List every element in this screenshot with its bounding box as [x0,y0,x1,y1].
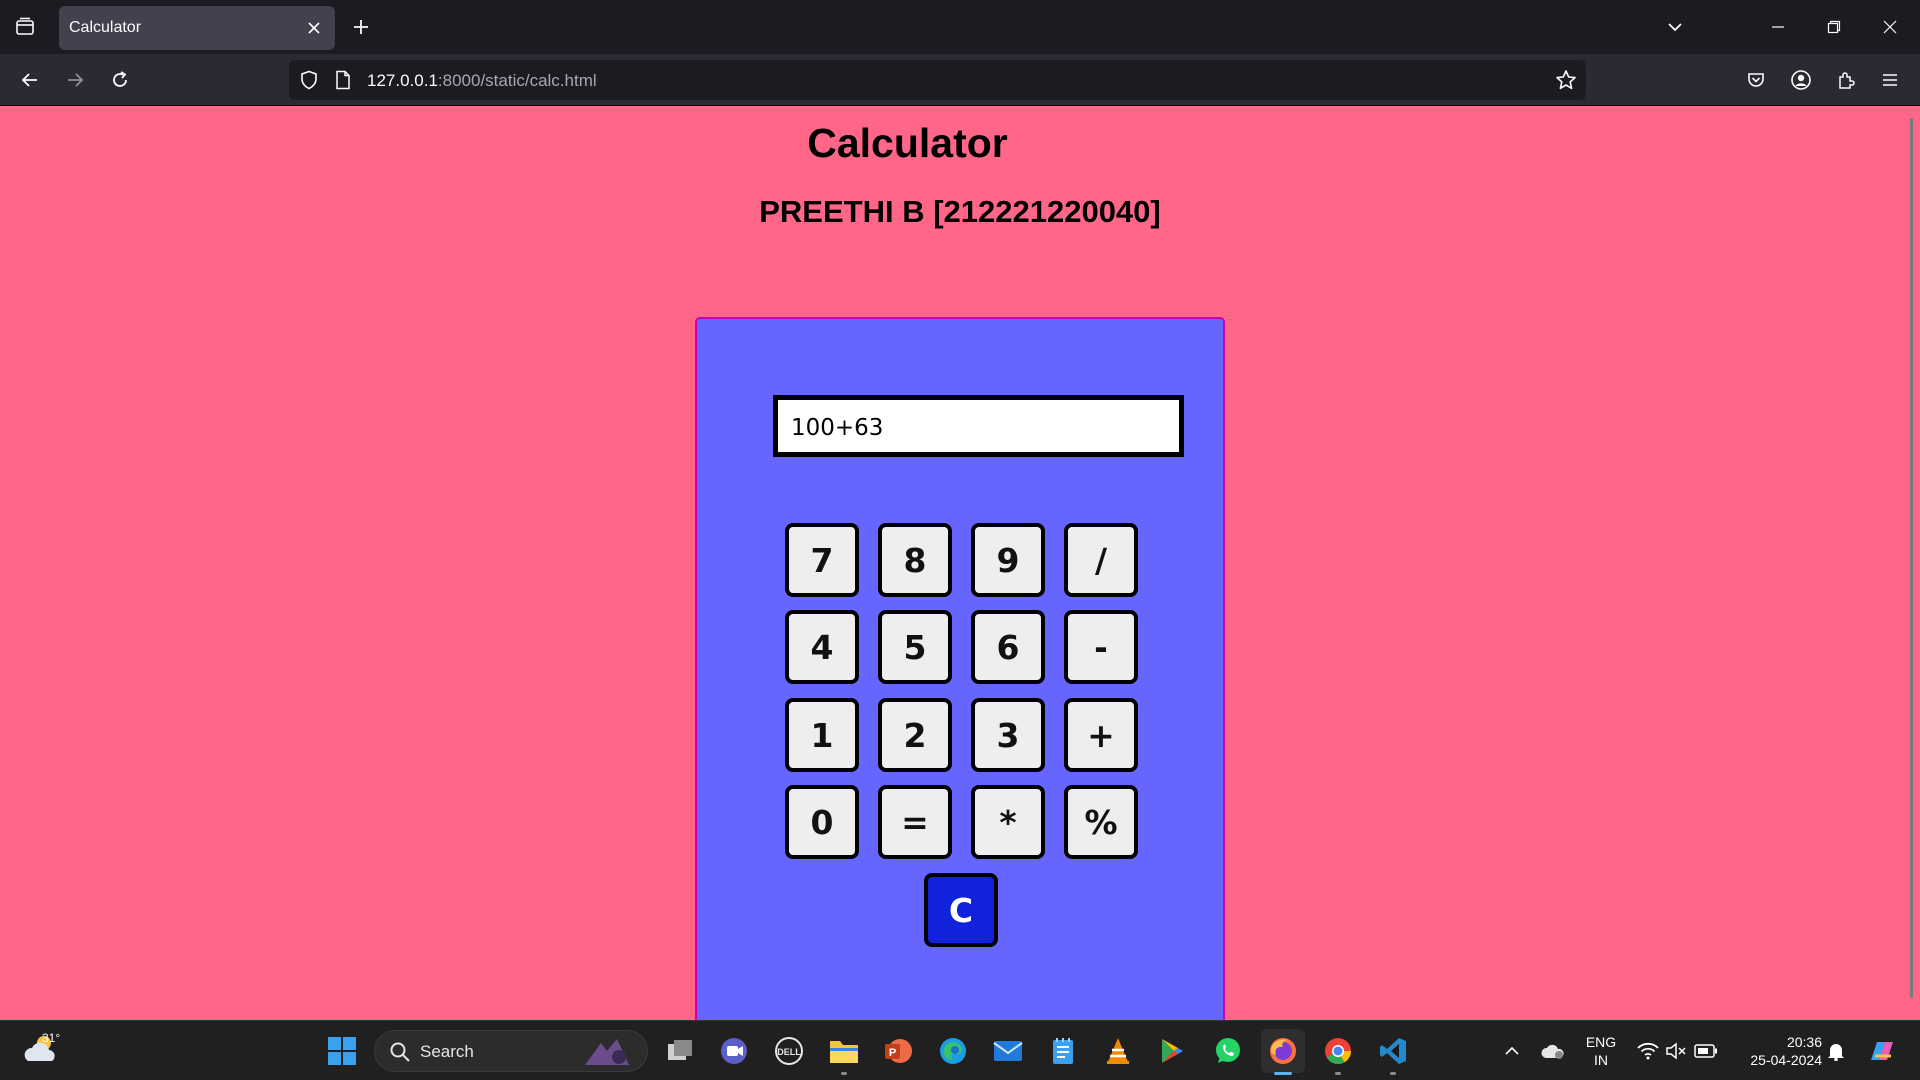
key-divide[interactable]: / [1064,523,1138,597]
vscode-icon[interactable] [1371,1029,1415,1075]
chevron-down-icon[interactable] [1660,12,1690,42]
notepad-icon[interactable] [1041,1029,1085,1073]
calculator-panel: 100+63 7 8 9 / 4 5 6 - 1 2 3 + 0 = * % C [695,317,1225,1033]
firefox-icon[interactable] [1261,1029,1305,1075]
edge-icon[interactable] [931,1029,975,1073]
key-6[interactable]: 6 [971,610,1045,684]
search-highlight-icon [585,1039,629,1065]
language-region: IN [1594,1052,1608,1068]
running-indicator [841,1072,847,1075]
key-add[interactable]: + [1064,698,1138,772]
windows-start-icon[interactable] [320,1029,364,1073]
search-icon [390,1042,410,1062]
close-tab-icon[interactable] [303,17,325,39]
key-5[interactable]: 5 [878,610,952,684]
pocket-icon[interactable] [1740,64,1772,96]
key-4[interactable]: 4 [785,610,859,684]
key-0[interactable]: 0 [785,785,859,859]
back-arrow-icon[interactable] [14,64,46,96]
page-scrollbar[interactable] [1902,106,1920,1020]
vlc-icon[interactable] [1096,1029,1140,1073]
key-multiply[interactable]: * [971,785,1045,859]
taskbar-search[interactable]: Search [374,1030,648,1072]
url-text[interactable]: 127.0.0.1:8000/static/calc.html [367,71,597,91]
key-clear[interactable]: C [924,873,998,947]
forward-arrow-icon[interactable] [59,64,91,96]
extensions-icon[interactable] [1830,64,1862,96]
shield-icon[interactable] [297,68,321,92]
url-path: :8000/static/calc.html [437,71,597,90]
account-icon[interactable] [1785,64,1817,96]
key-3[interactable]: 3 [971,698,1045,772]
copilot-icon[interactable] [1866,1035,1898,1067]
language-code: ENG [1585,1034,1617,1050]
battery-icon[interactable] [1694,1039,1718,1063]
powerpoint-icon[interactable]: P [876,1029,920,1073]
play-store-icon[interactable] [1150,1029,1194,1073]
active-indicator [1274,1072,1292,1075]
minimize-icon[interactable] [1750,0,1806,54]
chrome-icon[interactable] [1316,1029,1360,1075]
browser-nav-bar: 127.0.0.1:8000/static/calc.html [0,54,1920,106]
chevron-up-icon[interactable] [1500,1039,1524,1063]
new-tab-icon[interactable] [346,12,376,42]
browser-tab[interactable]: Calculator [59,6,335,50]
bookmark-star-icon[interactable] [1554,68,1578,92]
dell-icon[interactable]: DELL [767,1029,811,1073]
tab-title: Calculator [69,19,142,36]
language-indicator[interactable]: ENG IN [1578,1033,1624,1069]
teams-chat-icon[interactable] [712,1029,756,1073]
file-explorer-icon[interactable] [822,1029,866,1075]
key-1[interactable]: 1 [785,698,859,772]
key-9[interactable]: 9 [971,523,1045,597]
tab-list-icon[interactable] [10,12,40,42]
windows-taskbar: 31° Search DELL P ENG IN 20:36 25-04-202… [0,1020,1920,1080]
mail-icon[interactable] [986,1029,1030,1073]
wifi-icon[interactable] [1636,1039,1660,1063]
key-2[interactable]: 2 [878,698,952,772]
search-label: Search [420,1042,474,1061]
key-8[interactable]: 8 [878,523,952,597]
close-window-icon[interactable] [1862,0,1918,54]
weather-widget[interactable]: 31° [22,1031,64,1071]
whatsapp-icon[interactable] [1206,1029,1250,1073]
page-subtitle: PREETHI B [212221220040] [759,194,1161,229]
svg-text:DELL: DELL [777,1047,801,1057]
page-icon[interactable] [331,68,355,92]
url-host: 127.0.0.1 [367,71,438,90]
speaker-muted-icon[interactable] [1664,1039,1688,1063]
menu-icon[interactable] [1874,64,1906,96]
key-subtract[interactable]: - [1064,610,1138,684]
browser-tab-bar: Calculator [0,0,1920,54]
running-indicator [1335,1072,1341,1075]
scrollbar-thumb[interactable] [1910,118,1913,998]
clock-date: 25-04-2024 [1750,1052,1822,1068]
key-equals[interactable]: = [878,785,952,859]
clock[interactable]: 20:36 25-04-2024 [1734,1033,1822,1069]
task-view-icon[interactable] [658,1029,702,1073]
key-7[interactable]: 7 [785,523,859,597]
onedrive-cloud-icon[interactable] [1541,1039,1565,1063]
svg-text:P: P [889,1047,896,1059]
page-title: Calculator [807,120,1008,166]
reload-icon[interactable] [104,64,136,96]
clock-time: 20:36 [1786,1034,1822,1050]
key-percent[interactable]: % [1064,785,1138,859]
address-bar[interactable]: 127.0.0.1:8000/static/calc.html [289,60,1586,100]
running-indicator [1390,1072,1396,1075]
restore-icon[interactable] [1806,0,1862,54]
notification-bell-icon[interactable] [1824,1039,1848,1063]
calculator-display[interactable]: 100+63 [773,395,1184,457]
weather-temperature: 31° [42,1031,61,1045]
